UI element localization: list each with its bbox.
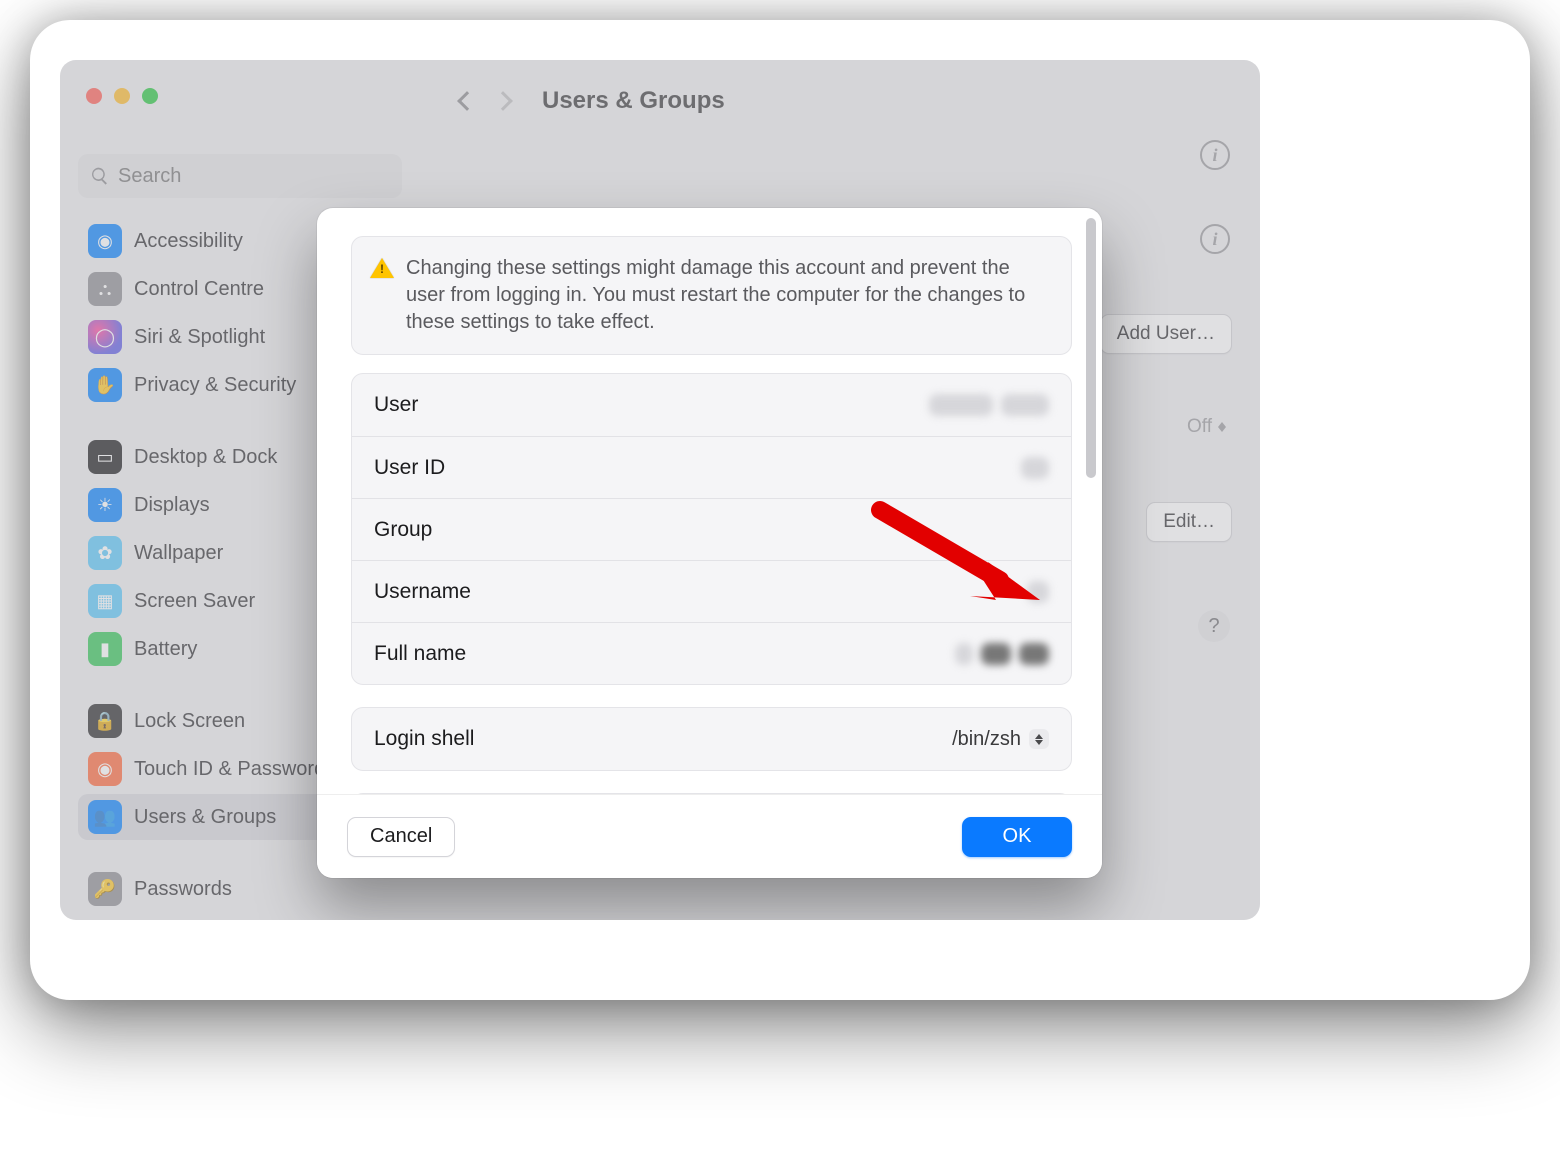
chevron-updown-icon: [1029, 729, 1049, 749]
row-label: Full name: [374, 642, 466, 666]
minimize-window-button[interactable]: [114, 88, 130, 104]
edit-button[interactable]: Edit…: [1146, 502, 1232, 542]
sidebar-item-label: Lock Screen: [134, 710, 245, 733]
warning-text: Changing these settings might damage thi…: [406, 255, 1049, 336]
login-shell-value: /bin/zsh: [952, 728, 1021, 751]
sidebar-item-label: Users & Groups: [134, 806, 276, 829]
sheet-footer: Cancel OK: [317, 794, 1102, 878]
row-value-username: [1027, 581, 1049, 603]
control-centre-icon: ⛬: [88, 272, 122, 306]
users-groups-icon: 👥: [88, 800, 122, 834]
redacted-value: [1027, 581, 1049, 603]
row-value-user-id: [1021, 457, 1049, 479]
warning-icon: [370, 258, 394, 278]
sidebar-item-label: Battery: [134, 638, 197, 661]
sidebar-item-label: Wallpaper: [134, 542, 223, 565]
redacted-value: [1021, 457, 1049, 479]
sidebar-item-label: Privacy & Security: [134, 374, 296, 397]
redacted-value: [981, 643, 1011, 665]
redacted-value: [1001, 394, 1049, 416]
row-label: Username: [374, 580, 471, 604]
screen-saver-icon: ▦: [88, 584, 122, 618]
sidebar-item-label: Control Centre: [134, 278, 264, 301]
system-settings-window: Users & Groups ◉ Accessibility ⛬ Control Ce…: [60, 60, 1260, 920]
privacy-icon: ✋: [88, 368, 122, 402]
row-label: Group: [374, 518, 432, 542]
row-full-name[interactable]: Full name: [352, 622, 1071, 684]
passwords-icon: 🔑: [88, 872, 122, 906]
sidebar-item-label: Touch ID & Password: [134, 758, 325, 781]
sidebar-item-label: Accessibility: [134, 230, 243, 253]
row-label: Login shell: [374, 727, 474, 751]
desktop-dock-icon: ▭: [88, 440, 122, 474]
advanced-user-options-sheet: Changing these settings might damage thi…: [317, 208, 1102, 878]
siri-icon: ◯: [88, 320, 122, 354]
autologin-value[interactable]: Off: [1187, 416, 1226, 438]
login-shell-group: Login shell /bin/zsh: [351, 707, 1072, 771]
login-shell-select[interactable]: /bin/zsh: [952, 728, 1049, 751]
scrollbar[interactable]: [1086, 218, 1096, 478]
ok-button[interactable]: OK: [962, 817, 1072, 857]
redacted-value: [1019, 643, 1049, 665]
row-group: Group: [352, 498, 1071, 560]
close-window-button[interactable]: [86, 88, 102, 104]
displays-icon: ☀: [88, 488, 122, 522]
row-login-shell[interactable]: Login shell /bin/zsh: [352, 708, 1071, 770]
nav-forward-button[interactable]: [493, 91, 513, 111]
window-controls: [86, 88, 158, 104]
sidebar-item-label: Desktop & Dock: [134, 446, 277, 469]
row-user-id: User ID: [352, 436, 1071, 498]
search-field[interactable]: [78, 154, 402, 198]
titlebar: Users & Groups: [60, 60, 1260, 124]
row-value-full-name: [955, 643, 1049, 665]
lock-screen-icon: 🔒: [88, 704, 122, 738]
sidebar-item-label: Passwords: [134, 878, 232, 901]
zoom-window-button[interactable]: [142, 88, 158, 104]
user-details-group: User User ID Group: [351, 373, 1072, 685]
battery-icon: ▮: [88, 632, 122, 666]
search-input[interactable]: [118, 165, 390, 188]
wallpaper-icon: ✿: [88, 536, 122, 570]
info-icon[interactable]: i: [1200, 224, 1230, 254]
row-username[interactable]: Username: [352, 560, 1071, 622]
search-icon: [90, 166, 110, 186]
help-button[interactable]: ?: [1198, 610, 1230, 642]
page-title: Users & Groups: [542, 87, 725, 115]
nav-back-button[interactable]: [457, 91, 477, 111]
info-icon[interactable]: i: [1200, 140, 1230, 170]
cancel-button[interactable]: Cancel: [347, 817, 455, 857]
warning-banner: Changing these settings might damage thi…: [351, 236, 1072, 355]
sidebar-item-label: Displays: [134, 494, 210, 517]
row-user: User: [352, 374, 1071, 436]
accessibility-icon: ◉: [88, 224, 122, 258]
sidebar-item-label: Siri & Spotlight: [134, 326, 265, 349]
add-user-button[interactable]: Add User…: [1100, 314, 1232, 354]
row-label: User ID: [374, 456, 445, 480]
sidebar-item-label: Screen Saver: [134, 590, 255, 613]
home-directory-group: Choose…: [351, 793, 1072, 794]
row-label: User: [374, 393, 418, 417]
redacted-value: [929, 394, 993, 416]
touch-id-icon: ◉: [88, 752, 122, 786]
row-value-user: [929, 394, 1049, 416]
chevron-updown-icon: [1218, 422, 1226, 432]
redacted-value: [955, 643, 973, 665]
